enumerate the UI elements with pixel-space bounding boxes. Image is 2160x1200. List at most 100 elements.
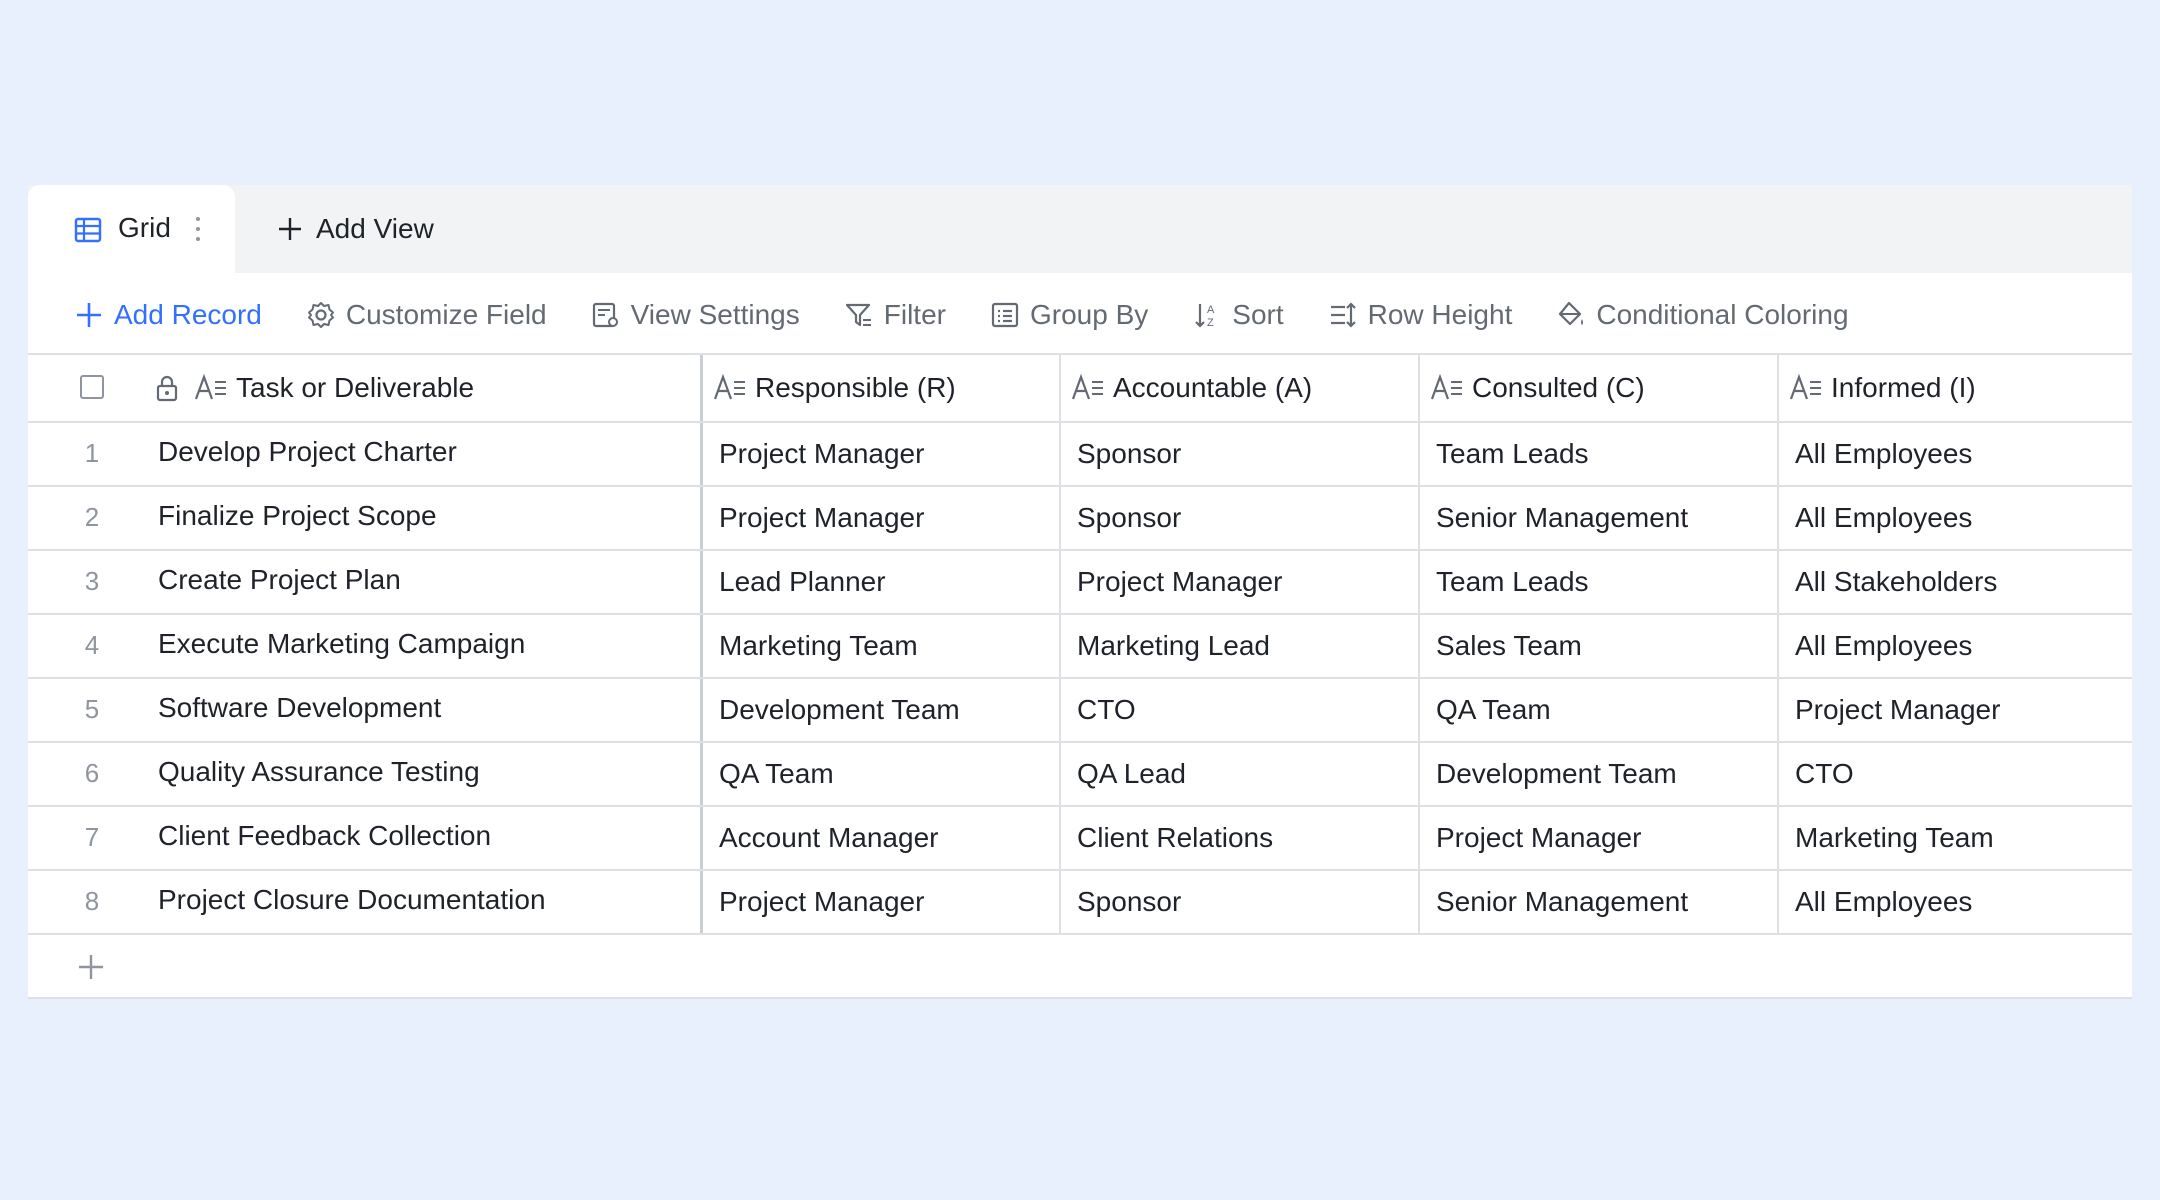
table-row[interactable]: 8 Project Closure Documentation Project Ma… xyxy=(28,871,2132,935)
filter-button[interactable]: Filter xyxy=(844,299,946,331)
cell-accountable[interactable]: Client Relations xyxy=(1059,807,1418,869)
cell-accountable[interactable]: CTO xyxy=(1059,679,1418,741)
cell-text: Lead Planner xyxy=(719,566,886,597)
view-toolbar: Add Record Customize Field View Settings xyxy=(28,273,2132,357)
header-cell-informed[interactable]: Informed (I) xyxy=(1777,355,2132,421)
column-header-label: Consulted (C) xyxy=(1472,372,1645,403)
view-settings-button[interactable]: View Settings xyxy=(591,299,800,331)
cell-consulted[interactable]: QA Team xyxy=(1418,679,1777,741)
cell-responsible[interactable]: QA Team xyxy=(700,743,1059,805)
header-cell-consulted[interactable]: Consulted (C) xyxy=(1418,355,1777,421)
svg-text:A: A xyxy=(1207,304,1215,316)
group-by-icon xyxy=(991,302,1019,328)
table-row[interactable]: 7 Client Feedback Collection Account Manag… xyxy=(28,807,2132,871)
cell-task[interactable]: 8 Project Closure Documentation xyxy=(28,871,700,933)
table-row[interactable]: 4 Execute Marketing Campaign Marketing Tea… xyxy=(28,615,2132,679)
cell-informed[interactable]: CTO xyxy=(1777,743,2132,805)
cell-text: Project Manager xyxy=(719,502,925,533)
cell-consulted[interactable]: Project Manager xyxy=(1418,807,1777,869)
text-field-icon xyxy=(1071,373,1103,400)
task-text: Project Closure Documentation xyxy=(158,884,546,915)
cell-consulted[interactable]: Development Team xyxy=(1418,743,1777,805)
more-vertical-icon[interactable] xyxy=(193,213,203,245)
cell-accountable[interactable]: QA Lead xyxy=(1059,743,1418,805)
table-row[interactable]: 5 Software Development Development Team CTO… xyxy=(28,679,2132,743)
cell-informed[interactable]: Project Manager xyxy=(1777,679,2132,741)
cell-consulted[interactable]: Senior Management xyxy=(1418,871,1777,933)
cell-accountable[interactable]: Project Manager xyxy=(1059,551,1418,613)
add-row-button[interactable] xyxy=(28,935,2132,999)
cell-accountable[interactable]: Marketing Lead xyxy=(1059,615,1418,677)
cell-accountable[interactable]: Sponsor xyxy=(1059,871,1418,933)
cell-text: All Employees xyxy=(1795,438,1973,469)
table-row[interactable]: 1 Develop Project Charter Project Manager S… xyxy=(28,423,2132,487)
table-row[interactable]: 6 Quality Assurance Testing QA Team QA Lead… xyxy=(28,743,2132,807)
cell-responsible[interactable]: Lead Planner xyxy=(700,551,1059,613)
cell-task[interactable]: 4 Execute Marketing Campaign xyxy=(28,615,700,677)
cell-responsible[interactable]: Project Manager xyxy=(700,423,1059,485)
sort-button[interactable]: A Z Sort xyxy=(1192,299,1284,331)
column-header-label: Task or Deliverable xyxy=(236,372,475,403)
cell-text: QA Team xyxy=(1436,694,1551,725)
row-height-label: Row Height xyxy=(1367,299,1513,330)
cell-task[interactable]: 5 Software Development xyxy=(28,679,700,741)
table-row[interactable]: 3 Create Project Plan Lead Planner Project … xyxy=(28,551,2132,615)
cell-task[interactable]: 7 Client Feedback Collection xyxy=(28,807,700,869)
cell-responsible[interactable]: Account Manager xyxy=(700,807,1059,869)
cell-informed[interactable]: All Employees xyxy=(1777,871,2132,933)
data-grid: Task or Deliverable Responsible (R) Acco… xyxy=(28,353,2132,999)
cell-informed[interactable]: All Stakeholders xyxy=(1777,551,2132,613)
conditional-coloring-button[interactable]: Conditional Coloring xyxy=(1556,299,1849,331)
cell-responsible[interactable]: Project Manager xyxy=(700,871,1059,933)
cell-task[interactable]: 3 Create Project Plan xyxy=(28,551,700,613)
cell-text: Sponsor xyxy=(1077,438,1182,469)
column-header-label: Accountable (A) xyxy=(1113,372,1313,403)
customize-field-button[interactable]: Customize Field xyxy=(306,299,547,331)
add-view-button[interactable]: Add View xyxy=(276,185,434,273)
select-all-checkbox[interactable] xyxy=(80,375,104,399)
grid-table-icon xyxy=(74,217,102,243)
cell-task[interactable]: 6 Quality Assurance Testing xyxy=(28,743,700,805)
cell-text: Senior Management xyxy=(1436,502,1689,533)
cell-task[interactable]: 2 Finalize Project Scope xyxy=(28,487,700,549)
cell-responsible[interactable]: Development Team xyxy=(700,679,1059,741)
cell-text: Project Manager xyxy=(1077,566,1283,597)
cell-text: All Employees xyxy=(1795,630,1973,661)
cell-responsible[interactable]: Marketing Team xyxy=(700,615,1059,677)
cell-responsible[interactable]: Project Manager xyxy=(700,487,1059,549)
cell-text: Team Leads xyxy=(1436,566,1589,597)
cell-text: QA Lead xyxy=(1077,758,1186,789)
text-field-icon xyxy=(713,373,745,400)
tab-grid[interactable]: Grid xyxy=(28,185,235,273)
cell-consulted[interactable]: Sales Team xyxy=(1418,615,1777,677)
header-cell-accountable[interactable]: Accountable (A) xyxy=(1059,355,1418,421)
cell-text: Project Manager xyxy=(1795,694,2001,725)
group-by-button[interactable]: Group By xyxy=(990,299,1148,331)
cell-accountable[interactable]: Sponsor xyxy=(1059,487,1418,549)
view-settings-label: View Settings xyxy=(630,299,800,330)
cell-informed[interactable]: All Employees xyxy=(1777,615,2132,677)
header-cell-responsible[interactable]: Responsible (R) xyxy=(700,355,1059,421)
cell-text: Sales Team xyxy=(1436,630,1582,661)
cell-consulted[interactable]: Team Leads xyxy=(1418,551,1777,613)
cell-informed[interactable]: All Employees xyxy=(1777,487,2132,549)
cell-informed[interactable]: Marketing Team xyxy=(1777,807,2132,869)
cell-task[interactable]: 1 Develop Project Charter xyxy=(28,423,700,485)
row-height-button[interactable]: Row Height xyxy=(1328,299,1513,331)
cell-text: CTO xyxy=(1077,694,1136,725)
cell-informed[interactable]: All Employees xyxy=(1777,423,2132,485)
header-cell-task[interactable]: Task or Deliverable xyxy=(28,355,700,421)
task-text: Software Development xyxy=(158,692,442,723)
svg-text:Z: Z xyxy=(1207,317,1214,329)
cell-text: Team Leads xyxy=(1436,438,1589,469)
lock-icon xyxy=(156,375,178,402)
cell-consulted[interactable]: Team Leads xyxy=(1418,423,1777,485)
plus-icon xyxy=(79,955,103,979)
cell-consulted[interactable]: Senior Management xyxy=(1418,487,1777,549)
table-row[interactable]: 2 Finalize Project Scope Project Manager Sp… xyxy=(28,487,2132,551)
row-number: 3 xyxy=(84,566,100,596)
cell-accountable[interactable]: Sponsor xyxy=(1059,423,1418,485)
filter-icon xyxy=(845,303,871,327)
add-record-button[interactable]: Add Record xyxy=(74,299,262,331)
filter-label: Filter xyxy=(883,299,946,330)
